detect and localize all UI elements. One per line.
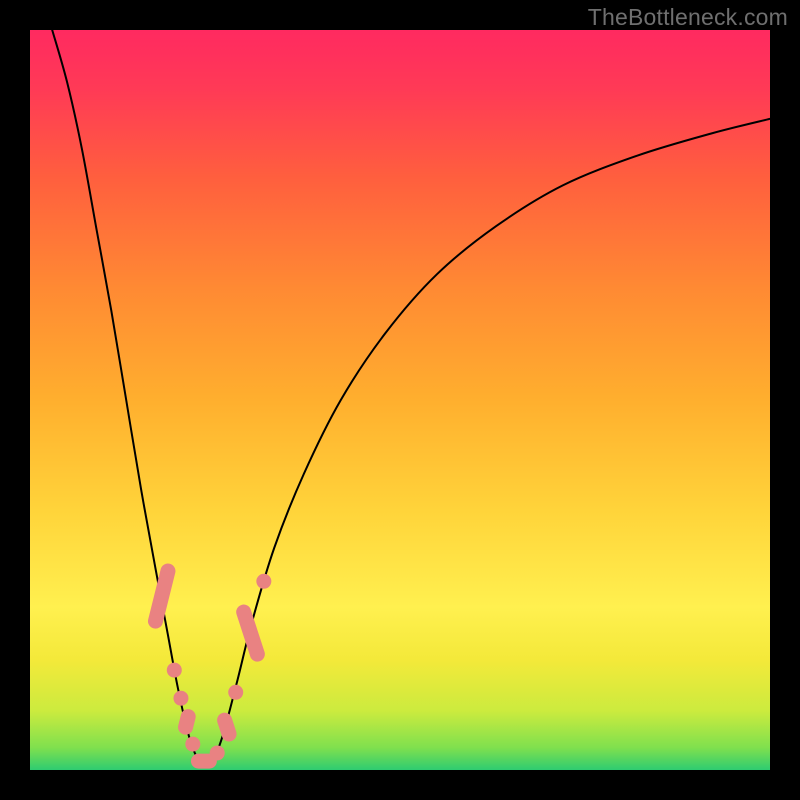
chart-frame: TheBottleneck.com <box>0 0 800 800</box>
plot-area <box>30 30 770 770</box>
curve-marker <box>234 603 267 664</box>
watermark-text: TheBottleneck.com <box>588 4 788 31</box>
curve-marker <box>228 685 243 700</box>
curve-marker <box>146 562 177 630</box>
curve-marker <box>173 691 188 706</box>
bottleneck-curve <box>52 30 770 766</box>
curve-marker <box>215 711 238 744</box>
curve-marker <box>256 574 271 589</box>
curve-marker <box>167 663 182 678</box>
curve-marker <box>185 737 200 752</box>
curve-marker <box>176 708 197 737</box>
curve-marker <box>210 745 225 760</box>
curve-svg <box>30 30 770 770</box>
marker-group <box>146 562 271 769</box>
